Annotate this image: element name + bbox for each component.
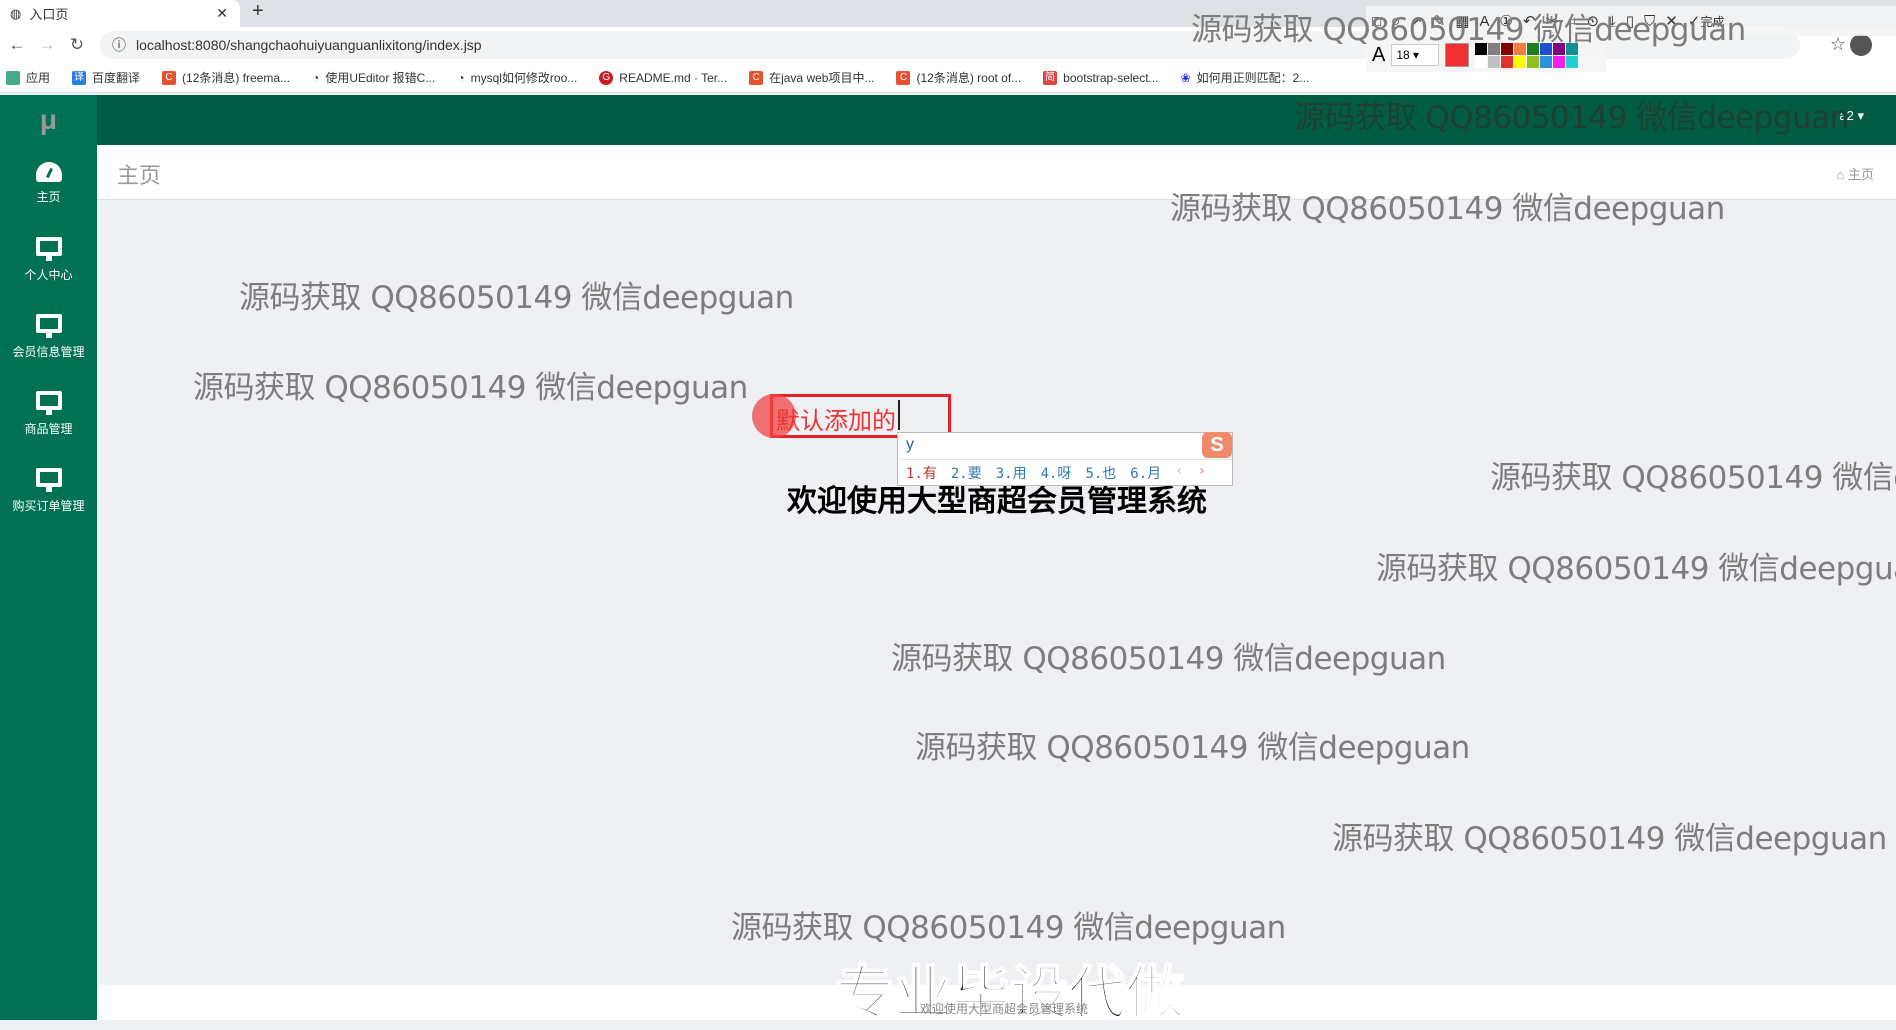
monitor-icon xyxy=(35,237,62,261)
bookmark-icon: ◔ xyxy=(457,70,465,85)
reload-icon[interactable]: ↻ xyxy=(64,35,90,55)
logo: μ xyxy=(0,95,97,145)
ime-next-icon[interactable]: › xyxy=(1198,463,1206,483)
tab-title: 入口页 xyxy=(29,7,69,22)
bookmark[interactable]: C 在java web项目中... xyxy=(749,69,874,86)
font-size-value: 18 xyxy=(1396,48,1410,62)
footer-text: 欢迎使用大型商超会员管理系统 xyxy=(0,1000,1896,1017)
color-swatch[interactable] xyxy=(1553,55,1566,68)
sidebar-item-label: 会员信息管理 xyxy=(12,345,85,359)
text-caret xyxy=(898,400,900,430)
watermark: 源码获取 QQ86050149 微信deepguan xyxy=(1490,460,1896,496)
bookmark[interactable]: ◔ mysql如何修改roo... xyxy=(457,69,577,86)
url-text: localhost:8080/shangchaohuiyuanguanlixit… xyxy=(136,37,482,53)
ime-candidate[interactable]: 6.月 xyxy=(1130,463,1161,483)
bookmark[interactable]: C (12条消息) freema... xyxy=(162,69,290,86)
gitee-icon: G xyxy=(599,70,614,85)
sidebar-item-label: 个人中心 xyxy=(24,268,73,282)
bookmark-label: 使用UEditor 报错C... xyxy=(325,71,436,85)
sogou-logo-icon: S xyxy=(1202,432,1232,458)
baidu-icon: ❀ xyxy=(1180,70,1191,85)
bookmark-label: 在java web项目中... xyxy=(769,71,875,85)
ime-prev-icon[interactable]: ‹ xyxy=(1175,463,1183,483)
new-tab-button[interactable]: + xyxy=(252,0,264,22)
bookmark[interactable]: 译百度翻译 xyxy=(72,69,140,86)
monitor-icon xyxy=(35,391,62,415)
watermark: 源码获取 QQ86050149 微信deepguan xyxy=(891,641,1446,677)
csdn-icon: C xyxy=(162,70,177,85)
watermark: 源码获取 QQ86050149 微信deepguan xyxy=(1332,821,1887,857)
ime-candidate[interactable]: 1.有 xyxy=(906,463,937,483)
color-swatch[interactable] xyxy=(1514,55,1527,68)
color-swatch[interactable] xyxy=(1501,55,1514,68)
ime-candidates: 1.有 2.要 3.用 4.呀 5.也 6.月 ‹ › xyxy=(898,460,1232,486)
browser-tab[interactable]: ◍ 入口页 ✕ xyxy=(0,0,240,27)
sidebar-item-members[interactable]: 会员信息管理 xyxy=(0,299,97,376)
ime-candidate[interactable]: 2.要 xyxy=(951,463,982,483)
translate-icon: 译 xyxy=(72,70,87,85)
promo-overlay: 专业毕设代做 xyxy=(0,946,1896,1030)
color-swatch[interactable] xyxy=(1475,55,1488,68)
ime-candidate[interactable]: 3.用 xyxy=(996,463,1027,483)
bookmark-label: (12条消息) root of... xyxy=(916,71,1022,85)
monitor-icon xyxy=(35,314,62,338)
color-swatch[interactable] xyxy=(1540,55,1553,68)
ime-candidate[interactable]: 5.也 xyxy=(1085,463,1116,483)
sidebar: 主页 个人中心 会员信息管理 商品管理 购买订单管理 xyxy=(0,145,97,1020)
watermark: 源码获取 QQ86050149 微信deepguan xyxy=(915,730,1470,766)
apps-icon xyxy=(6,70,20,85)
jianshu-icon: 简 xyxy=(1043,70,1058,85)
dashboard-icon xyxy=(35,161,62,182)
forward-icon[interactable]: → xyxy=(34,35,60,55)
bookmark[interactable]: 简 bootstrap-select... xyxy=(1043,70,1159,85)
bookmark-label: (12条消息) freema... xyxy=(182,71,291,85)
watermark: 源码获取 QQ86050149 微信deepguan xyxy=(1170,191,1725,227)
bookmarks-bar: 应用 译百度翻译 C (12条消息) freema... ◔ 使用UEditor 报… xyxy=(0,63,1896,93)
bookmark-apps[interactable]: 应用 xyxy=(6,69,50,86)
watermark: 源码获取 QQ86050149 微信deepguan xyxy=(1191,12,1746,48)
csdn-icon: C xyxy=(749,70,764,85)
watermark: 源码获取 QQ86050149 微信deepguan xyxy=(1294,100,1849,136)
bookmark-label: 百度翻译 xyxy=(92,71,141,85)
page-title: 主页 xyxy=(117,163,162,188)
breadcrumb-home: 主页 xyxy=(1847,167,1874,182)
bookmark-star-icon[interactable]: ☆ xyxy=(1830,34,1846,55)
back-icon[interactable]: ← xyxy=(4,35,30,55)
profile-icon[interactable] xyxy=(1850,34,1872,56)
sidebar-item-profile[interactable]: 个人中心 xyxy=(0,222,97,299)
bookmark[interactable]: G README.md · Ter... xyxy=(599,70,728,85)
sidebar-item-label: 商品管理 xyxy=(24,422,73,436)
csdn-icon: C xyxy=(896,70,911,85)
bookmark-label: bootstrap-select... xyxy=(1063,70,1159,85)
footer-label: 欢迎使用大型商超会员管理系统 xyxy=(919,1002,1088,1016)
close-tab-icon[interactable]: ✕ xyxy=(216,5,228,22)
ime-candidate-window: y 1.有 2.要 3.用 4.呀 5.也 6.月 ‹ › xyxy=(897,432,1233,486)
watermark: 源码获取 QQ86050149 微信deepguan xyxy=(239,280,794,316)
color-swatch[interactable] xyxy=(1566,55,1579,68)
bookmark-icon: ◔ xyxy=(312,70,320,85)
watermark: 源码获取 QQ86050149 微信deepguan xyxy=(1376,551,1896,587)
annotation-text[interactable]: 默认添加的 xyxy=(776,401,896,436)
sidebar-item-products[interactable]: 商品管理 xyxy=(0,376,97,453)
bookmark[interactable]: ❀ 如何用正则匹配：2... xyxy=(1181,69,1310,86)
ime-candidate[interactable]: 4.呀 xyxy=(1041,463,1072,483)
bookmark[interactable]: ◔ 使用UEditor 报错C... xyxy=(312,69,435,86)
watermark: 源码获取 QQ86050149 微信deepguan xyxy=(193,370,748,406)
bookmark-label: README.md · Ter... xyxy=(619,70,728,85)
bookmark-label: 应用 xyxy=(26,71,51,85)
color-swatch[interactable] xyxy=(1527,55,1540,68)
bookmark-label: 如何用正则匹配：2... xyxy=(1196,71,1310,85)
bookmark-label: mysql如何修改roo... xyxy=(470,71,578,85)
sidebar-item-home[interactable]: 主页 xyxy=(0,145,97,222)
sidebar-item-label: 主页 xyxy=(36,189,61,204)
ime-input[interactable]: y xyxy=(898,433,1232,460)
color-swatch[interactable] xyxy=(1488,55,1501,68)
globe-icon: ◍ xyxy=(10,5,22,21)
breadcrumb[interactable]: ⌂ 主页 xyxy=(1837,164,1875,183)
home-icon: ⌂ xyxy=(1836,167,1845,182)
info-icon: ⓘ xyxy=(112,37,126,53)
bookmark[interactable]: C (12条消息) root of... xyxy=(896,69,1021,86)
watermark: 源码获取 QQ86050149 微信deepguan xyxy=(731,910,1286,946)
